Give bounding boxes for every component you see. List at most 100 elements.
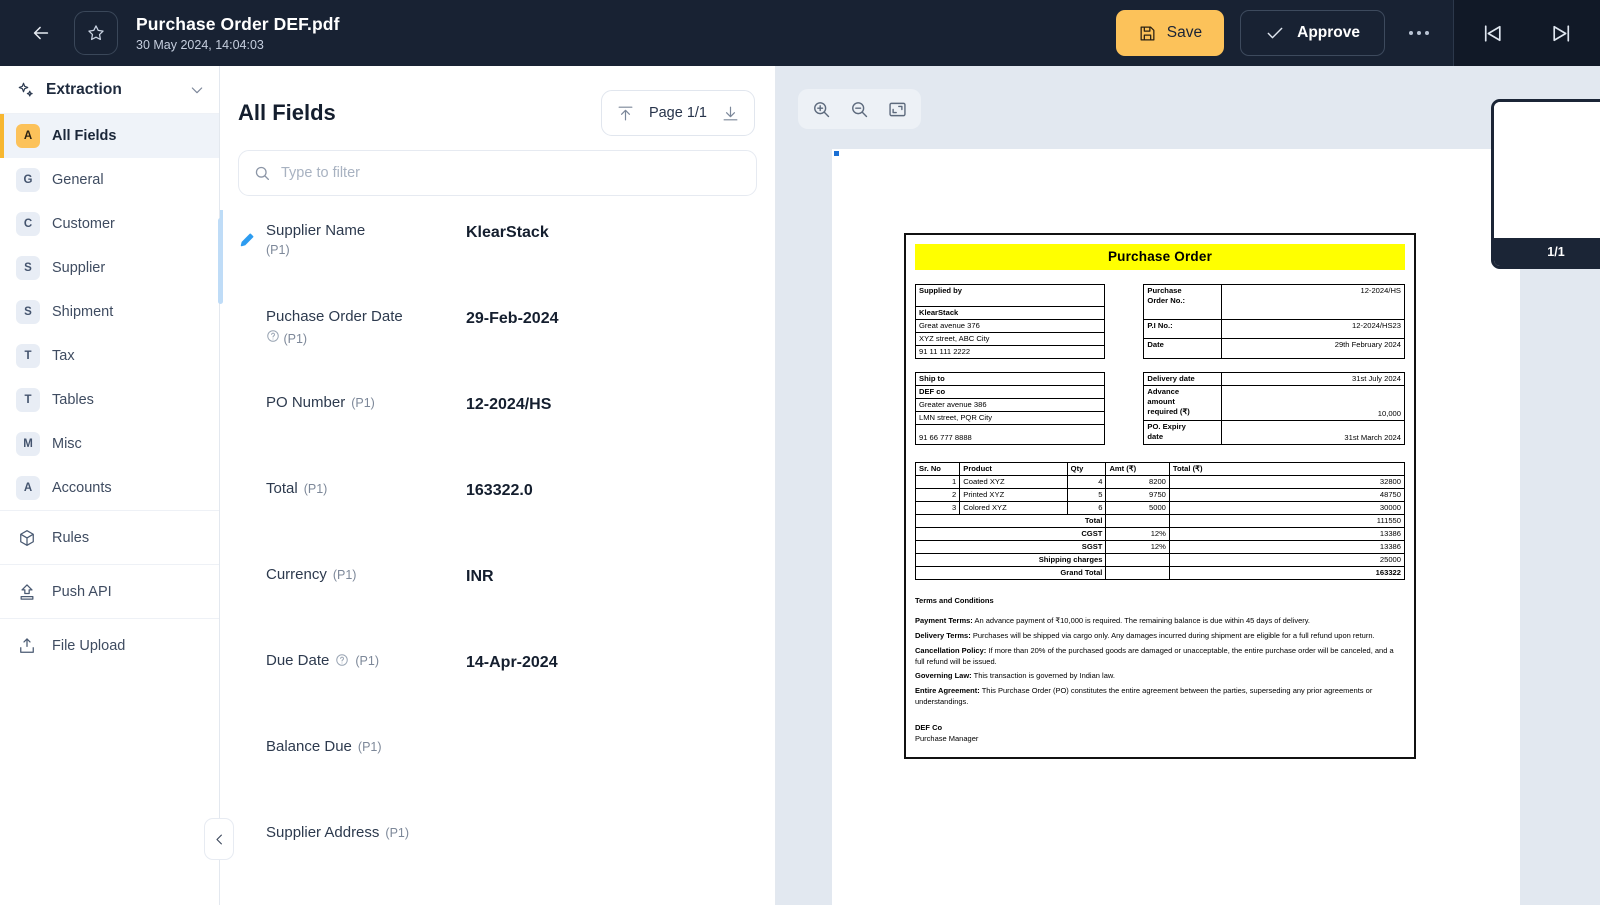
field-row[interactable]: PO Number (P1) 12-2024/HS xyxy=(220,382,775,468)
sidebar-item-rules[interactable]: Rules xyxy=(0,511,219,564)
sidebar-item-supplier[interactable]: S Supplier xyxy=(0,246,219,290)
sidebar: Extraction A All Fields G General C Customer S… xyxy=(0,66,220,905)
chevron-left-icon xyxy=(215,834,222,844)
sidebar-item-tax[interactable]: T Tax xyxy=(0,334,219,378)
sidebar-item-shipment[interactable]: S Shipment xyxy=(0,290,219,334)
page-up-button[interactable] xyxy=(616,104,635,123)
supplied-by-block: Supplied by KlearStack Great avenue 376 … xyxy=(914,283,1106,359)
terms-label: Delivery Terms: xyxy=(915,630,971,640)
field-value[interactable]: INR xyxy=(466,554,494,586)
cell-qty: 6 xyxy=(1066,500,1107,516)
thumbnail-panel: 1/1 xyxy=(1477,66,1600,905)
skip-next-icon xyxy=(1553,24,1570,42)
sidebar-item-general[interactable]: G General xyxy=(0,158,219,202)
summary-total: 13386 xyxy=(1168,527,1406,542)
terms-paragraph: Delivery Terms: Purchases will be shippe… xyxy=(915,631,1405,642)
field-value[interactable]: KlearStack xyxy=(466,210,549,242)
cell-product: Printed XYZ xyxy=(959,487,1068,502)
field-row[interactable]: Supplier Name (P1) KlearStack xyxy=(220,210,775,296)
thumbnail-page-1[interactable]: 1/1 xyxy=(1491,99,1600,269)
filter-box[interactable] xyxy=(238,150,757,196)
field-row[interactable]: Supplier Address (P1) xyxy=(220,812,775,898)
fit-screen-button[interactable] xyxy=(887,99,908,120)
collapse-panel-button[interactable] xyxy=(204,818,234,860)
sidebar-item-label: Misc xyxy=(52,436,82,452)
field-label-group: Currency (P1) xyxy=(266,554,466,587)
field-name: Puchase Order Date xyxy=(266,308,403,325)
summary-label: Shipping charges xyxy=(914,553,1107,568)
more-options-button[interactable] xyxy=(1399,13,1439,53)
fields-scrollbar-thumb[interactable] xyxy=(218,218,223,304)
field-help-icon[interactable] xyxy=(335,653,349,670)
save-button[interactable]: Save xyxy=(1115,10,1225,56)
terms-text: If more than 20% of the purchased goods … xyxy=(915,645,1394,666)
sidebar-section-extraction[interactable]: Extraction xyxy=(0,66,219,114)
field-help-icon[interactable] xyxy=(266,329,280,346)
search-input[interactable] xyxy=(281,165,742,181)
field-row[interactable]: Total (P1) 163322.0 xyxy=(220,468,775,554)
field-page-label: (P1) xyxy=(355,654,379,669)
cell-total: 30000 xyxy=(1168,500,1406,516)
favorite-button[interactable] xyxy=(74,11,118,55)
table-summary-row: SGST 12% 13386 xyxy=(914,540,1406,555)
pi-number-label: P.I No.: xyxy=(1143,318,1223,340)
cell-sr-no: 2 xyxy=(914,487,961,502)
next-document-button[interactable] xyxy=(1549,21,1574,46)
chevron-down-icon[interactable] xyxy=(189,82,205,98)
cell-product: Colored XYZ xyxy=(959,500,1068,516)
sidebar-item-accounts[interactable]: A Accounts xyxy=(0,466,219,510)
zoom-out-button[interactable] xyxy=(849,99,870,120)
sidebar-item-tables[interactable]: T Tables xyxy=(0,378,219,422)
field-value[interactable]: 29-Feb-2024 xyxy=(466,296,559,328)
field-row[interactable]: Puchase Order Date (P1) 29-Feb-2024 xyxy=(220,296,775,382)
line-items-table: Sr. No Product Qty Amt (₹) Total (₹) 1 Coated … xyxy=(914,461,1406,581)
field-row[interactable]: Balance Due (P1) xyxy=(220,726,775,812)
sidebar-item-list: A All Fields G General C Customer S Supplier S Sh… xyxy=(0,114,219,510)
supplier-address-line-2: XYZ street, ABC City xyxy=(914,331,1106,346)
field-row[interactable]: Due Date (P1) 14-Apr-2024 xyxy=(220,640,775,726)
sidebar-item-all-fields[interactable]: A All Fields xyxy=(0,114,219,158)
cell-qty: 4 xyxy=(1066,474,1107,489)
sidebar-item-label: File Upload xyxy=(52,637,126,654)
sidebar-group-list: Rules Push API File Upload xyxy=(0,510,219,672)
field-edit-icon[interactable] xyxy=(238,230,258,254)
cell-amt: 9750 xyxy=(1105,487,1170,502)
cell-qty: 5 xyxy=(1066,487,1107,502)
top-bar-left: Purchase Order DEF.pdf 30 May 2024, 14:0… xyxy=(0,11,1116,55)
previous-document-button[interactable] xyxy=(1480,21,1505,46)
table-header-cell: Sr. No xyxy=(914,461,961,476)
approve-button[interactable]: Approve xyxy=(1240,10,1385,56)
po-info-block: Purchase Order No.: 12-2024/HS P.I No.: 1… xyxy=(1143,283,1405,359)
terms-text: An advance payment of ₹10,000 is require… xyxy=(972,615,1311,625)
arrow-up-bar-icon xyxy=(618,106,633,120)
document-navigation xyxy=(1454,0,1600,66)
ship-to-block: Ship to DEF co Greater avenue 386 LMN st… xyxy=(914,371,1106,445)
delivery-date-value: 31st July 2024 xyxy=(1221,371,1405,387)
edit-pencil-icon xyxy=(240,233,254,247)
summary-total: 13386 xyxy=(1168,540,1406,555)
back-button[interactable] xyxy=(22,14,60,52)
zoom-in-button[interactable] xyxy=(811,99,832,120)
field-page-label: (P1) xyxy=(266,242,290,257)
terms-list: Payment Terms: An advance payment of ₹10… xyxy=(915,616,1405,708)
sidebar-item-badge: T xyxy=(16,388,40,412)
field-label-group: Balance Due (P1) xyxy=(266,726,466,759)
supplier-phone: 91 11 111 2222 xyxy=(914,344,1106,359)
sidebar-item-badge: M xyxy=(16,432,40,456)
po-number-value: 12-2024/HS xyxy=(1221,283,1405,320)
sidebar-item-misc[interactable]: M Misc xyxy=(0,422,219,466)
field-value[interactable]: 163322.0 xyxy=(466,468,533,500)
field-row[interactable]: Currency (P1) INR xyxy=(220,554,775,640)
sidebar-item-push-api[interactable]: Push API xyxy=(0,565,219,618)
purchase-order-document: Purchase Order Supplied by KlearStack Gr… xyxy=(904,233,1416,759)
pdf-page[interactable]: Purchase Order Supplied by KlearStack Gr… xyxy=(832,149,1520,905)
sidebar-item-label: Shipment xyxy=(52,304,114,320)
field-name: PO Number xyxy=(266,394,346,411)
sidebar-item-file-upload[interactable]: File Upload xyxy=(0,619,219,672)
field-value[interactable]: 12-2024/HS xyxy=(466,382,551,414)
ellipsis-icon xyxy=(1409,31,1429,35)
sidebar-item-customer[interactable]: C Customer xyxy=(0,202,219,246)
page-down-button[interactable] xyxy=(721,104,740,123)
field-value[interactable]: 14-Apr-2024 xyxy=(466,640,558,672)
table-header-cell: Qty xyxy=(1066,461,1107,476)
